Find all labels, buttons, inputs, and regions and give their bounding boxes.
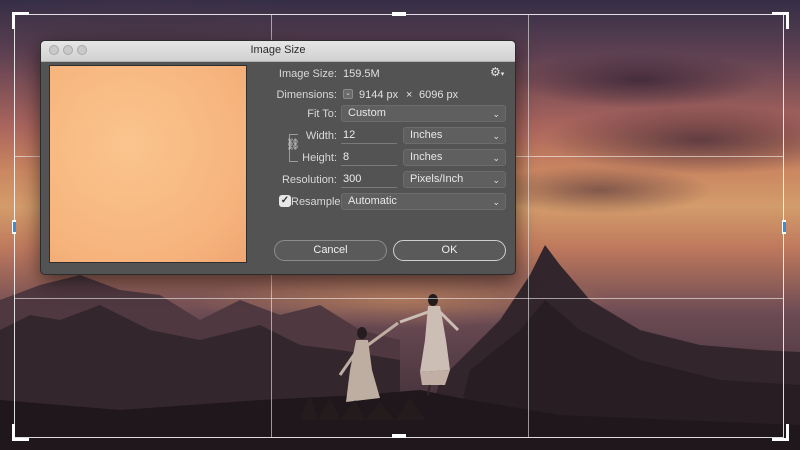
height-unit-value: Inches (410, 151, 443, 163)
resample-value: Automatic (348, 195, 397, 207)
dimensions-width: 9144 px (359, 89, 399, 101)
image-size-value: 159.5M (343, 68, 380, 80)
dialog-titlebar[interactable]: Image Size (41, 41, 515, 62)
ok-button[interactable]: OK (393, 240, 506, 261)
image-size-label: Image Size: (278, 68, 337, 80)
dimensions-separator: × (406, 89, 413, 101)
crop-handle-top-right[interactable] (772, 12, 789, 29)
height-label: Height: (302, 152, 337, 164)
width-label: Width: (305, 130, 337, 142)
resolution-unit-value: Pixels/Inch (410, 173, 464, 185)
chevron-down-icon: ⌄ (492, 109, 500, 119)
fit-to-select[interactable]: Custom ⌄ (341, 105, 506, 122)
checkmark-icon: ✓ (280, 195, 290, 206)
resolution-unit-select[interactable]: Pixels/Inch ⌄ (403, 171, 506, 188)
chevron-down-icon: ⌄ (492, 153, 500, 163)
gear-icon[interactable]: ⚙▾ (490, 65, 504, 79)
height-unit-select[interactable]: Inches ⌄ (403, 149, 506, 166)
dimensions-label: Dimensions: (276, 89, 337, 101)
height-input[interactable]: 8 (341, 149, 397, 166)
resolution-label: Resolution: (281, 174, 337, 186)
width-unit-select[interactable]: Inches ⌄ (403, 127, 506, 144)
chevron-down-icon: ⌄ (345, 90, 351, 97)
resample-label: Resample: (291, 196, 344, 208)
resolution-input[interactable]: 300 (341, 171, 397, 188)
width-input[interactable]: 12 (341, 127, 397, 144)
width-unit-value: Inches (410, 129, 443, 141)
crop-handle-bottom[interactable] (392, 434, 406, 438)
crop-grid-line (15, 298, 783, 299)
crop-grid-line (528, 15, 529, 437)
fit-to-value: Custom (348, 107, 386, 119)
crop-handle-bottom-right[interactable] (772, 424, 789, 441)
dialog-title: Image Size (250, 44, 306, 56)
dimensions-units-dropdown[interactable]: ⌄ (343, 89, 353, 99)
crop-handle-top[interactable] (392, 12, 406, 16)
fit-to-label: Fit To: (307, 108, 337, 120)
resample-checkbox[interactable]: ✓ (279, 195, 291, 207)
image-preview[interactable] (49, 65, 247, 263)
cancel-button[interactable]: Cancel (274, 240, 387, 261)
resample-select[interactable]: Automatic ⌄ (341, 193, 506, 210)
chevron-down-icon: ⌄ (492, 175, 500, 185)
chevron-down-icon: ⌄ (492, 197, 500, 207)
crop-handle-top-left[interactable] (12, 12, 29, 29)
crop-handle-right-indicator (783, 222, 786, 232)
chevron-down-icon: ⌄ (492, 131, 500, 141)
image-size-dialog: Image Size Image Size: 159.5M ⚙▾ Dimensi… (40, 40, 516, 275)
crop-handle-left-indicator (13, 222, 16, 232)
dimensions-height: 6096 px (419, 89, 459, 101)
crop-handle-bottom-left[interactable] (12, 424, 29, 441)
